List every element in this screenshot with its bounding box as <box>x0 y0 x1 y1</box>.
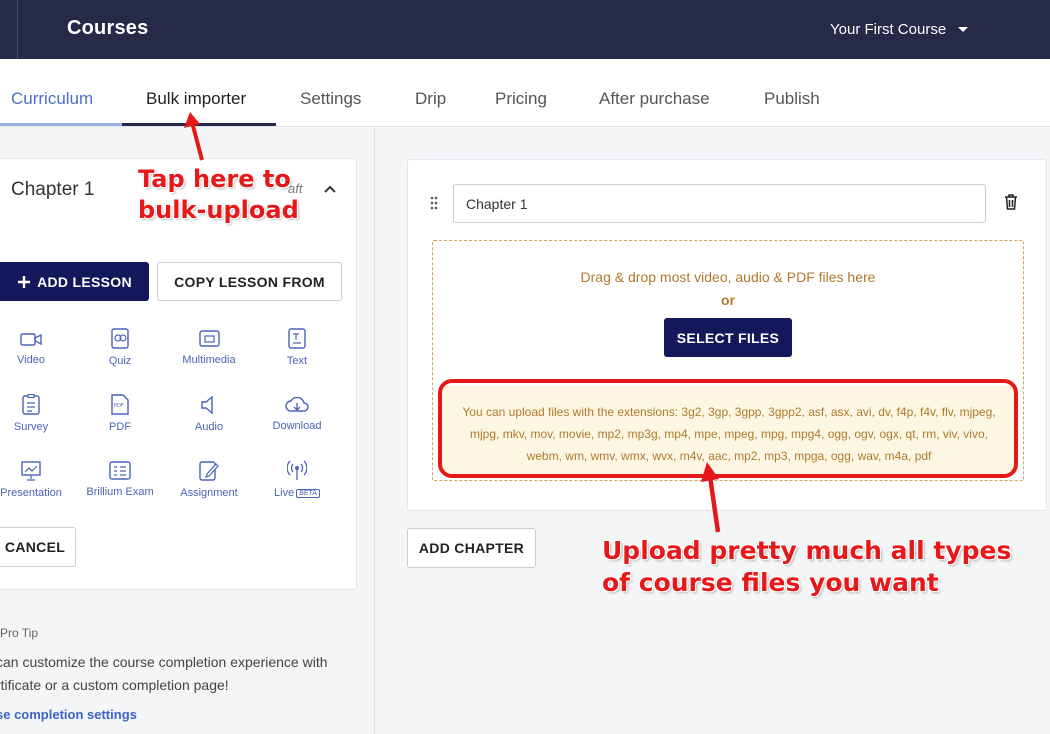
annotation-file-types: Upload pretty much all types of course f… <box>602 535 1011 599</box>
plus-icon <box>18 275 31 288</box>
course-selector-label: Your First Course <box>830 21 947 38</box>
assignment-icon <box>199 461 219 481</box>
lesson-type-label: Text <box>286 355 308 367</box>
dropzone-text: Drag & drop most video, audio & PDF file… <box>580 269 876 285</box>
live-icon <box>287 460 307 480</box>
top-bar: Courses Your First Course <box>0 0 1050 59</box>
lesson-type-label: Audio <box>194 421 224 433</box>
annotation-arrow-icon <box>184 112 204 161</box>
annotation-bulk-upload: Tap here to bulk-upload <box>138 164 299 226</box>
tab-bulk-importer[interactable]: Bulk importer <box>146 89 246 109</box>
annotation-arrow-icon <box>701 462 721 533</box>
presentation-icon <box>21 461 41 481</box>
protip-line: rtificate or a custom completion page! <box>0 677 229 693</box>
trash-icon[interactable] <box>1004 194 1018 210</box>
header-divider <box>17 0 18 59</box>
lesson-type-presentation[interactable]: Presentation <box>0 460 75 499</box>
select-files-button[interactable]: SELECT FILES <box>664 318 792 357</box>
download-icon <box>285 397 309 412</box>
course-selector[interactable]: Your First Course <box>830 21 969 38</box>
pdf-icon: PDF <box>111 394 129 415</box>
chapter-name-input[interactable] <box>453 184 986 223</box>
quiz-icon <box>111 328 129 349</box>
tab-bar: Curriculum Bulk importer Settings Drip P… <box>0 59 1050 127</box>
chevron-up-icon[interactable] <box>322 181 338 197</box>
protip-text: can customize the course completion expe… <box>0 651 366 697</box>
lesson-type-download[interactable]: Download <box>253 397 341 432</box>
protip-line: can customize the course completion expe… <box>0 654 328 670</box>
multimedia-icon <box>198 330 220 347</box>
video-icon <box>20 333 42 346</box>
cancel-button[interactable]: CANCEL <box>0 527 76 567</box>
completion-settings-link[interactable]: se completion settings <box>0 707 137 722</box>
add-lesson-button[interactable]: ADD LESSON <box>0 262 149 301</box>
text-icon <box>288 328 306 349</box>
tab-curriculum[interactable]: Curriculum <box>11 89 93 109</box>
lesson-type-label: PDF <box>109 421 131 433</box>
lesson-type-label: Presentation <box>0 487 62 499</box>
tab-drip[interactable]: Drip <box>415 89 446 109</box>
lesson-type-label: Live BETA <box>253 487 341 499</box>
lesson-type-survey[interactable]: Survey <box>0 394 75 433</box>
add-chapter-button[interactable]: ADD CHAPTER <box>407 528 536 568</box>
lesson-type-multimedia[interactable]: Multimedia <box>165 329 253 366</box>
dropzone-or: or <box>721 292 735 308</box>
tab-curriculum-underline <box>0 123 122 126</box>
tab-publish[interactable]: Publish <box>764 89 820 109</box>
caret-down-icon <box>958 27 969 32</box>
audio-icon <box>201 395 213 415</box>
chapter-title: Chapter 1 <box>11 179 95 200</box>
beta-badge: BETA <box>296 488 320 498</box>
lesson-type-quiz[interactable]: Quiz <box>76 328 164 367</box>
lesson-type-audio[interactable]: Audio <box>165 395 253 433</box>
lesson-type-label: Video <box>17 354 45 366</box>
lesson-type-text[interactable]: Text <box>253 328 341 367</box>
annotation-line: Tap here to <box>138 165 291 193</box>
exam-icon <box>109 461 131 480</box>
svg-text:PDF: PDF <box>114 403 124 409</box>
lesson-type-label: Download <box>272 420 322 432</box>
tab-pricing[interactable]: Pricing <box>495 89 547 109</box>
lesson-type-assignment[interactable]: Assignment <box>165 460 253 499</box>
lesson-type-label: Survey <box>13 421 49 433</box>
lesson-type-label: Assignment <box>180 487 238 499</box>
survey-icon <box>22 394 40 415</box>
annotation-line: Upload pretty much all types <box>602 536 1012 565</box>
annotation-line: of course files you want <box>602 568 939 597</box>
lesson-type-brillium-exam[interactable]: Brillium Exam <box>76 461 164 498</box>
lesson-type-pdf[interactable]: PDF PDF <box>76 394 164 433</box>
tab-after-purchase[interactable]: After purchase <box>599 89 710 109</box>
drag-handle-icon[interactable] <box>430 196 438 210</box>
lesson-type-label: Multimedia <box>182 354 236 366</box>
lesson-type-live[interactable]: Live BETA <box>253 460 341 499</box>
annotation-line: bulk-upload <box>138 196 299 224</box>
lesson-type-label: Brillium Exam <box>86 486 154 498</box>
protip-heading: Pro Tip <box>0 626 39 640</box>
tab-settings[interactable]: Settings <box>300 89 361 109</box>
lesson-type-label: Quiz <box>108 355 132 367</box>
copy-lesson-button[interactable]: COPY LESSON FROM <box>157 262 342 301</box>
lesson-type-video[interactable]: Video <box>0 330 75 366</box>
add-lesson-label: ADD LESSON <box>37 273 132 290</box>
page-title: Courses <box>67 17 149 39</box>
